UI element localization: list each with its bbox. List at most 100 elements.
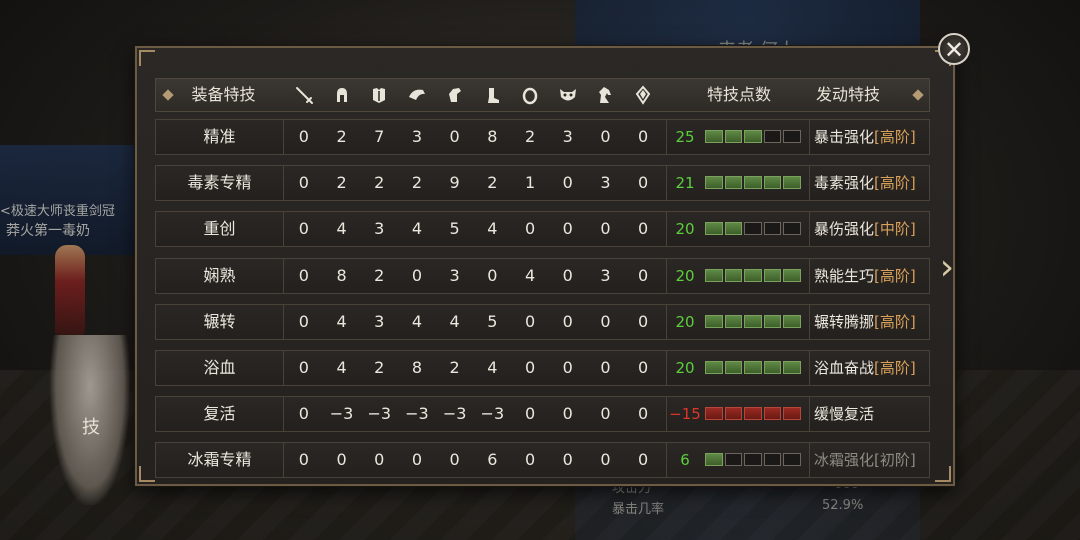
equipment-slot-value: 0 [600,311,611,331]
equipment-slot-value: 3 [411,127,423,146]
equipment-slot-value: 0 [600,358,611,377]
progress-segment [705,453,723,467]
skill-tier-badge: [高阶] [874,312,916,331]
skill-points-value: 20 [675,359,695,377]
progress-segment [705,176,723,190]
equipment-slot-value: 0 [524,311,536,331]
progress-segment [744,361,762,374]
skill-row[interactable]: 娴熟 0 8 2 0 3 0 4 0 3 0 20 熟能生巧[高阶] [155,257,930,294]
skill-points-value: −15 [669,405,701,424]
header-diamond-icon [162,89,174,101]
skill-points-value: 6 [680,451,690,470]
column-divider [666,397,667,432]
equipment-slot-value: 0 [298,450,309,470]
equipment-slot-value: −3 [405,404,429,424]
skill-progress-bar [705,130,801,143]
skill-points-value: 20 [675,266,695,285]
next-page-button[interactable]: › [933,250,961,286]
progress-segment [783,407,801,421]
equipment-slot-value: 0 [562,311,573,331]
equipment-slot-value: 0 [638,219,649,239]
equipment-slot-value: 0 [336,450,347,470]
active-skill-name: 浴血奋战 [814,359,875,377]
skill-row[interactable]: 辗转 0 4 3 4 4 5 0 0 0 0 20 辗转腾挪[高阶] [155,303,930,340]
gem-icon [633,85,653,105]
equipment-slot-value: 5 [449,219,460,239]
skill-row[interactable]: 精准 0 2 7 3 0 8 2 3 0 0 25 暴击强化[高阶] [155,119,930,155]
skill-row[interactable]: 重创 0 4 3 4 5 4 0 0 0 0 20 暴伤强化[中阶] [155,211,930,248]
equipment-slot-value: 0 [298,358,309,377]
chest-armor-icon [369,85,389,105]
skill-progress-bar [705,314,801,328]
progress-segment [744,222,762,236]
equipment-slot-value: 0 [562,219,573,239]
player-title-label: <极速大师丧重剑冠 [0,204,115,219]
skill-points-value: 20 [675,220,695,239]
equipment-slot-value: 2 [487,173,498,193]
skill-progress-bar [705,268,801,282]
equipment-slot-value: 0 [638,311,649,331]
equipment-slot-value: 0 [638,265,649,285]
equipment-slot-value: 2 [336,173,347,193]
equipment-slot-value: 0 [524,358,536,377]
panel-corner-ornament [935,466,951,482]
close-button[interactable]: ✕ [938,33,970,65]
active-skill: 浴血奋战[高阶] [809,351,934,385]
sword-icon [294,85,314,105]
skill-points-value: 20 [675,312,695,331]
skill-tier-badge: [初阶] [874,451,916,470]
equipment-slot-value: 2 [411,173,423,193]
skill-row[interactable]: 复活 0 −3 −3 −3 −3 −3 0 0 0 0 −15 缓慢复活 [155,396,930,433]
skill-tier-badge: [高阶] [874,266,916,285]
equipment-slot-value: 0 [298,173,309,193]
header-diamond-icon [912,89,924,101]
active-skill: 毒素强化[高阶] [809,166,934,201]
progress-segment [783,268,801,282]
equipment-slot-value: 0 [638,127,649,146]
progress-segment [724,314,743,328]
equipment-slot-value: 3 [374,219,385,239]
progress-segment [744,314,762,328]
skill-name: 重创 [156,212,284,247]
skill-points-value: 21 [675,174,695,193]
progress-segment [744,453,762,467]
equipment-slot-value: 0 [298,127,309,146]
boot-icon [482,85,502,105]
horse-icon [595,85,615,105]
equipment-slot-value: −3 [367,404,392,424]
equipment-slot-value: 1 [524,173,536,193]
progress-segment [724,268,743,282]
equipment-slot-value: 4 [487,358,498,377]
skill-name: 精准 [156,120,284,154]
skill-row[interactable]: 冰霜专精 0 0 0 0 0 6 0 0 0 0 6 冰霜强化[初阶] [155,442,930,479]
progress-segment [783,453,801,467]
ring-icon [520,85,540,105]
equipment-slot-value: 3 [562,127,573,146]
progress-segment [763,268,782,282]
equipment-slot-value: 2 [449,358,460,377]
player-character[interactable] [55,245,85,335]
chevron-right-icon: › [939,247,955,288]
progress-segment [724,407,743,421]
equipment-slot-value: 4 [449,311,460,331]
panel-corner-ornament [139,50,155,66]
progress-segment [744,176,762,190]
progress-segment [724,361,743,374]
equipment-slot-value: 2 [524,127,536,146]
equipment-slot-value: 3 [600,173,611,193]
equipment-slot-value: −3 [442,404,467,424]
equipment-slot-value: 9 [449,173,460,193]
equipment-slot-value: 4 [336,358,347,377]
progress-segment [783,361,801,374]
equipment-slot-value: 2 [336,127,347,146]
active-skill-name: 毒素强化 [814,174,875,193]
skill-row[interactable]: 浴血 0 4 2 8 2 4 0 0 0 0 20 浴血奋战[高阶] [155,350,930,386]
skill-row[interactable]: 毒素专精 0 2 2 2 9 2 1 0 3 0 21 毒素强化[高阶] [155,165,930,202]
equipment-slot-value: 0 [487,265,498,285]
active-skill-name: 暴伤强化 [814,220,875,239]
progress-segment [763,453,782,467]
progress-segment [783,130,801,143]
active-skill: 辗转腾挪[高阶] [809,304,934,339]
equipment-slot-value: 4 [524,265,536,285]
equipment-slot-value: 0 [298,404,309,424]
